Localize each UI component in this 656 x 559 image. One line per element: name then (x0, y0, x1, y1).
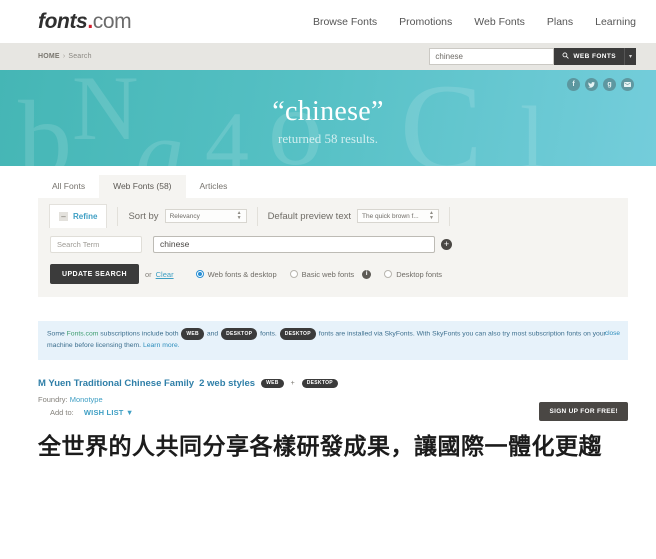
tab-all-fonts[interactable]: All Fonts (38, 175, 99, 198)
radio-desktop-fonts[interactable]: Desktop fonts (384, 270, 442, 279)
facebook-icon[interactable]: f (567, 78, 580, 91)
breadcrumb: HOME › Search (38, 53, 92, 60)
googleplus-icon[interactable]: g (603, 78, 616, 91)
sort-by-value: Relevancy (169, 212, 200, 220)
radio-basic-web-fonts[interactable]: Basic web fonts i (289, 269, 372, 279)
web-badge: WEB (181, 328, 204, 340)
info-icon[interactable]: i (362, 269, 372, 279)
site-header: fonts.com Browse Fonts Promotions Web Fo… (0, 0, 656, 43)
desktop-badge: DESKTOP (221, 328, 258, 340)
preview-text-select[interactable]: The quick brown f... ▲ ▼ (357, 209, 439, 223)
web-fonts-button-label: WEB FONTS (573, 53, 616, 60)
foundry-link[interactable]: Monotype (70, 395, 103, 404)
refine-panel: – Refine Sort by Relevancy ▲ ▼ Default pr… (38, 198, 628, 297)
twitter-icon[interactable] (585, 78, 598, 91)
divider (256, 206, 258, 226)
or-text: or (144, 269, 152, 279)
sort-by-select[interactable]: Relevancy ▲ ▼ (164, 209, 247, 223)
search-scope-dropdown[interactable]: ▾ (624, 48, 636, 65)
hero-content: “chinese” returned 58 results. (0, 70, 656, 166)
radio-web-fonts-desktop[interactable]: Web fonts & desktop (195, 269, 277, 279)
preview-text-value: The quick brown f... (362, 212, 419, 220)
font-preview-text[interactable]: 全世界的人共同分享各樣研發成果，讓國際一體化更趨 (38, 433, 628, 462)
add-to-label: Add to: (50, 407, 74, 417)
logo-light: com (92, 9, 132, 33)
search-term-row: Search Term + (38, 232, 628, 256)
hero-search-term: “chinese” (272, 95, 384, 127)
email-icon[interactable] (621, 78, 634, 91)
chevron-down-icon: ▾ (628, 54, 632, 60)
wish-list-dropdown[interactable]: WISH LIST ▼ (84, 408, 134, 417)
radio-icon (289, 270, 298, 278)
refine-label: Refine (73, 212, 98, 221)
minus-icon: – (59, 212, 68, 221)
tab-web-fonts[interactable]: Web Fonts (58) (99, 175, 186, 198)
desktop-badge: DESKTOP (279, 328, 316, 340)
hero-result-count: returned 58 results. (277, 130, 378, 146)
main-navigation: Browse Fonts Promotions Web Fonts Plans … (313, 16, 636, 28)
breadcrumb-separator: › (62, 53, 66, 60)
radio-label: Basic web fonts (301, 269, 355, 279)
radio-label: Desktop fonts (396, 269, 443, 279)
updown-arrows-icon: ▲ ▼ (236, 209, 242, 221)
sign-up-button[interactable]: SIGN UP FOR FREE! (539, 401, 628, 421)
sort-by-label: Sort by (128, 210, 159, 222)
notice-text-3: and (204, 330, 221, 338)
subscription-notice: Some Fonts.com subscriptions include bot… (38, 321, 628, 360)
nav-item-learning[interactable]: Learning (595, 16, 636, 28)
refine-controls-row: – Refine Sort by Relevancy ▲ ▼ Default pr… (38, 204, 628, 228)
desktop-badge: DESKTOP (301, 378, 338, 388)
site-logo[interactable]: fonts.com (38, 9, 132, 34)
radio-label: Web fonts & desktop (207, 269, 277, 279)
badge-plus: + (290, 379, 295, 387)
font-family-name[interactable]: M Yuen Traditional Chinese Family (38, 378, 194, 389)
tab-articles[interactable]: Articles (186, 175, 242, 198)
nav-item-plans[interactable]: Plans (547, 16, 573, 28)
chevron-down-icon: ▼ (125, 407, 134, 417)
notice-brand: Fonts.com (66, 330, 99, 338)
update-row: UPDATE SEARCH or Clear Web fonts & deskt… (38, 261, 628, 287)
web-fonts-search-button[interactable]: WEB FONTS (554, 48, 624, 65)
breadcrumb-bar: HOME›Search WEB FONTS ▾ (0, 43, 656, 70)
font-result-item: M Yuen Traditional Chinese Family 2 web … (38, 378, 628, 421)
breadcrumb-home[interactable]: HOME (38, 53, 60, 60)
search-input[interactable] (429, 48, 555, 65)
search-term-input[interactable] (153, 235, 435, 253)
divider (449, 206, 450, 226)
notice-text-4: fonts. (258, 330, 279, 338)
learn-more-link[interactable]: Learn more. (143, 342, 180, 349)
social-links: f g (567, 78, 634, 91)
breadcrumb-current: Search (68, 53, 92, 60)
hero-banner: b N g 4 o C l f g “chinese” returned 58 … (0, 70, 656, 166)
wish-list-label: WISH LIST (83, 407, 124, 417)
font-type-radio-group: Web fonts & desktop Basic web fonts i De… (195, 269, 442, 279)
radio-icon-selected (195, 270, 204, 278)
foundry-label: Foundry: (38, 394, 68, 404)
clear-link[interactable]: Clear (156, 270, 174, 279)
nav-item-web-fonts[interactable]: Web Fonts (474, 16, 525, 28)
add-term-icon[interactable]: + (441, 238, 452, 250)
web-badge: WEB (261, 378, 284, 388)
notice-text-1: Some (47, 330, 67, 338)
logo-bold: fonts (38, 9, 88, 33)
updown-arrows-icon: ▲ ▼ (429, 209, 434, 221)
results-tabs: All Fonts Web Fonts (58) Articles (0, 166, 656, 198)
search-term-label[interactable]: Search Term (50, 235, 142, 253)
divider (117, 206, 119, 226)
search-icon (562, 52, 570, 61)
update-search-button[interactable]: UPDATE SEARCH (50, 264, 139, 284)
nav-item-promotions[interactable]: Promotions (399, 16, 452, 28)
search-bar: WEB FONTS ▾ (429, 48, 636, 65)
close-notice-link[interactable]: close (605, 328, 620, 339)
notice-text-2: subscriptions include both (98, 330, 181, 338)
preview-text-label: Default preview text (267, 210, 351, 222)
nav-item-browse-fonts[interactable]: Browse Fonts (313, 16, 377, 28)
font-style-count[interactable]: 2 web styles (199, 378, 255, 389)
radio-icon (384, 270, 393, 278)
refine-toggle[interactable]: – Refine (49, 204, 108, 228)
font-title-row: M Yuen Traditional Chinese Family 2 web … (38, 378, 628, 389)
